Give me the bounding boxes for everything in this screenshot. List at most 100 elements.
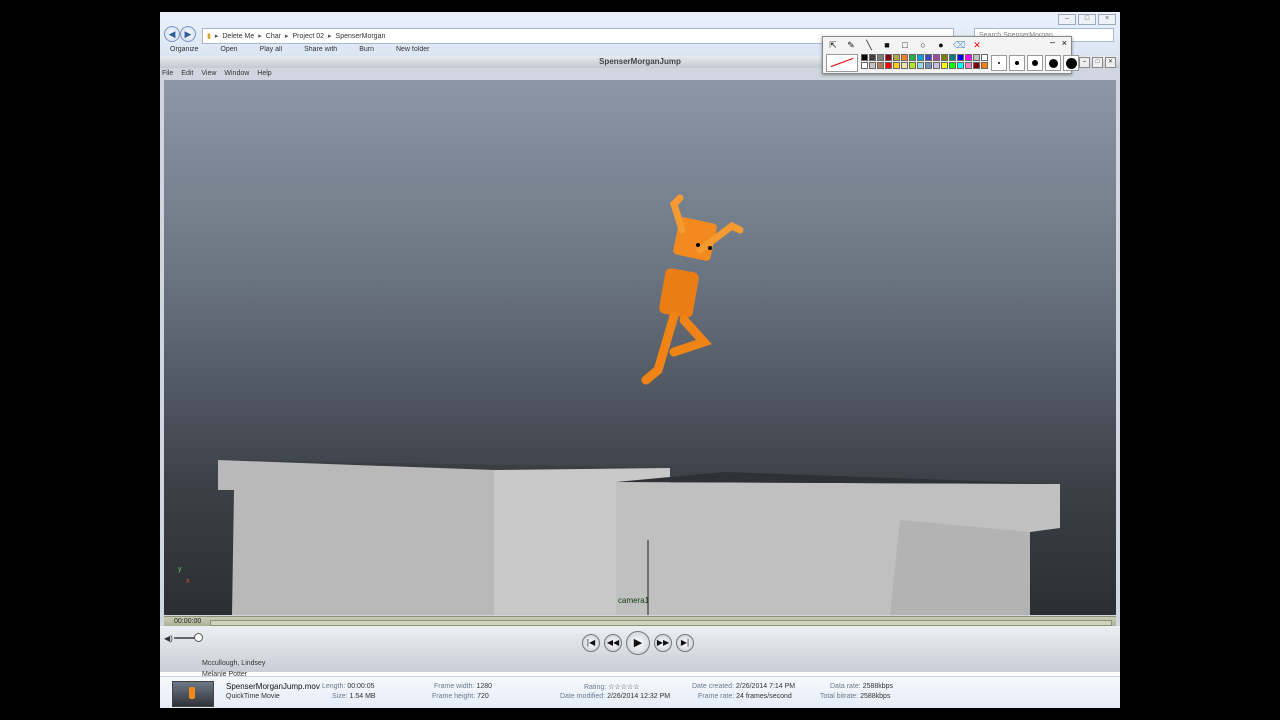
back-button[interactable]: ◀: [164, 26, 180, 42]
rect-filled-icon[interactable]: ■: [881, 39, 893, 51]
color-swatch[interactable]: [917, 62, 924, 69]
pencil-icon[interactable]: ✎: [845, 39, 857, 51]
toolbar-minimize-icon[interactable]: –: [1050, 37, 1055, 47]
data-rate-label: Data rate:: [830, 683, 861, 690]
ellipse-icon[interactable]: ○: [917, 39, 929, 51]
color-swatch[interactable]: [933, 62, 940, 69]
menu-help[interactable]: Help: [257, 68, 271, 80]
menu-file[interactable]: File: [162, 68, 173, 80]
brush-size-1[interactable]: [991, 55, 1007, 71]
new-folder-button[interactable]: New folder: [396, 46, 429, 56]
color-swatch[interactable]: [909, 62, 916, 69]
burn-button[interactable]: Burn: [359, 46, 374, 56]
go-to-end-icon[interactable]: ▶|: [676, 634, 694, 652]
date-created-label: Date created:: [692, 683, 735, 690]
color-swatch[interactable]: [893, 62, 900, 69]
frame-width-label: Frame width:: [434, 683, 475, 690]
color-swatch[interactable]: [973, 62, 980, 69]
color-swatch[interactable]: [917, 54, 924, 61]
organize-button[interactable]: Organize: [170, 46, 198, 56]
select-icon[interactable]: ⇱: [827, 39, 839, 51]
video-viewport[interactable]: y x camera1: [164, 80, 1116, 615]
rewind-icon[interactable]: ◀◀: [604, 634, 622, 652]
clear-icon[interactable]: ✕: [971, 39, 983, 51]
menu-window[interactable]: Window: [224, 68, 249, 80]
drawing-tools: ⇱ ✎ ╲ ■ □ ○ ● ⌫ ✕: [827, 39, 983, 51]
player-title: SpenserMorganJump: [599, 57, 681, 66]
toolbar-close-icon[interactable]: ×: [1062, 38, 1067, 48]
player-maximize-button[interactable]: □: [1092, 57, 1103, 68]
maximize-button[interactable]: □: [1078, 14, 1096, 25]
color-swatch[interactable]: [957, 62, 964, 69]
color-swatch[interactable]: [901, 54, 908, 61]
video-player-window: SpenserMorganJump – □ × File Edit View W…: [160, 56, 1120, 672]
volume-icon[interactable]: ◀): [164, 634, 173, 643]
minimize-button[interactable]: –: [1058, 14, 1076, 25]
color-swatch[interactable]: [949, 54, 956, 61]
breadcrumb-item[interactable]: Project 02: [289, 33, 329, 40]
forward-button[interactable]: ▶: [180, 26, 196, 42]
color-swatch[interactable]: [869, 62, 876, 69]
transport-controls: |◀ ◀◀ ▶ ▶▶ ▶|: [582, 631, 694, 655]
menu-view[interactable]: View: [201, 68, 216, 80]
ellipse-filled-icon[interactable]: ●: [935, 39, 947, 51]
breadcrumb-item[interactable]: SpenserMorgan: [332, 33, 390, 40]
volume-knob[interactable]: [194, 633, 203, 642]
scene-render: [218, 194, 1060, 615]
menu-edit[interactable]: Edit: [181, 68, 193, 80]
color-swatch[interactable]: [941, 54, 948, 61]
player-minimize-button[interactable]: –: [1079, 57, 1090, 68]
color-swatch[interactable]: [909, 54, 916, 61]
rating-label: Rating:: [584, 684, 607, 691]
color-swatch[interactable]: [981, 54, 988, 61]
brush-size-4[interactable]: [1045, 55, 1061, 71]
color-swatch[interactable]: [893, 54, 900, 61]
color-swatch[interactable]: [973, 54, 980, 61]
file-name: SpenserMorganJump.mov: [226, 682, 320, 691]
color-swatch[interactable]: [925, 54, 932, 61]
play-all-button[interactable]: Play all: [260, 46, 283, 56]
open-button[interactable]: Open: [220, 46, 237, 56]
go-to-start-icon[interactable]: |◀: [582, 634, 600, 652]
date-modified-label: Date modified:: [560, 693, 606, 700]
rating-stars[interactable]: ☆☆☆☆☆: [608, 684, 639, 691]
fast-forward-icon[interactable]: ▶▶: [654, 634, 672, 652]
player-close-button[interactable]: ×: [1105, 57, 1116, 68]
color-swatch[interactable]: [877, 62, 884, 69]
color-swatch[interactable]: [949, 62, 956, 69]
play-icon[interactable]: ▶: [626, 631, 650, 655]
color-swatch[interactable]: [965, 54, 972, 61]
rect-icon[interactable]: □: [899, 39, 911, 51]
color-swatch[interactable]: [941, 62, 948, 69]
brush-size-5[interactable]: [1063, 55, 1079, 71]
breadcrumb-item[interactable]: Char: [262, 33, 285, 40]
share-with-button[interactable]: Share with: [304, 46, 337, 56]
color-swatch[interactable]: [981, 62, 988, 69]
color-swatch[interactable]: [925, 62, 932, 69]
player-menu-bar: File Edit View Window Help: [160, 68, 272, 80]
color-swatch[interactable]: [901, 62, 908, 69]
close-button[interactable]: ×: [1098, 14, 1116, 25]
desktop-screen: – □ × ◀ ▶ ▮ ▸ Delete Me ▸ Char ▸ Project 02…: [160, 12, 1120, 708]
current-time: 00:00:00: [174, 618, 202, 625]
color-swatch[interactable]: [933, 54, 940, 61]
color-swatch[interactable]: [885, 54, 892, 61]
breadcrumb-item[interactable]: Delete Me: [218, 33, 258, 40]
frame-height-label: Frame height:: [432, 693, 476, 700]
color-swatch[interactable]: [861, 54, 868, 61]
color-swatch[interactable]: [885, 62, 892, 69]
data-rate-value: 2588kbps: [862, 683, 894, 690]
eraser-icon[interactable]: ⌫: [953, 39, 966, 51]
color-swatch[interactable]: [877, 54, 884, 61]
total-bitrate-label: Total bitrate:: [820, 693, 859, 700]
current-stroke-preview: [826, 54, 858, 72]
list-item[interactable]: Mccullough, Lindsey: [202, 660, 265, 667]
brush-sizes: [991, 55, 1079, 71]
color-swatch[interactable]: [965, 62, 972, 69]
brush-size-3[interactable]: [1027, 55, 1043, 71]
brush-size-2[interactable]: [1009, 55, 1025, 71]
color-swatch[interactable]: [861, 62, 868, 69]
color-swatch[interactable]: [957, 54, 964, 61]
color-swatch[interactable]: [869, 54, 876, 61]
line-icon[interactable]: ╲: [863, 39, 875, 51]
